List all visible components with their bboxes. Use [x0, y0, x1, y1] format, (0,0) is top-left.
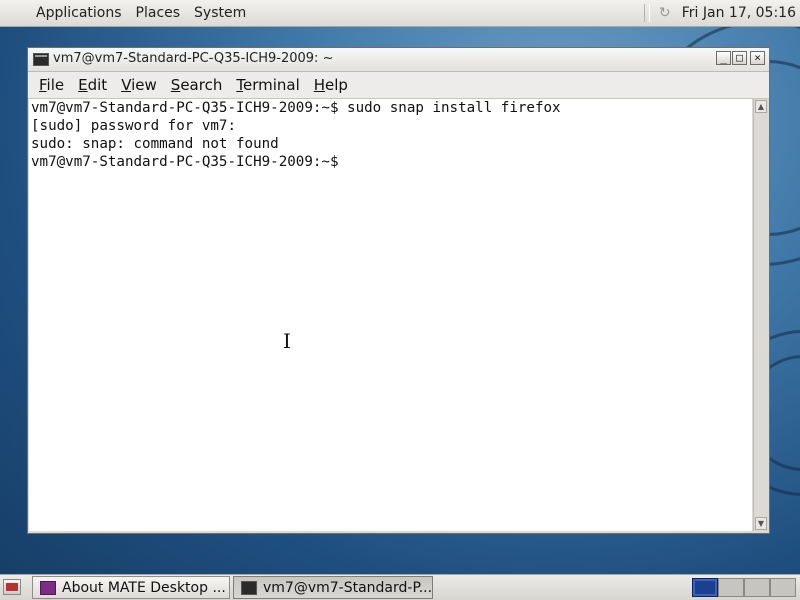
terminal-window: vm7@vm7-Standard-PC-Q35-ICH9-2009: ~ _ □…	[27, 47, 770, 534]
menu-view[interactable]: View	[114, 72, 164, 98]
workspace-1[interactable]	[692, 578, 718, 597]
terminal-line: sudo: snap: command not found	[31, 136, 279, 152]
panel-tray: ↻ Fri Jan 17, 05:16	[643, 0, 800, 26]
applications-menu[interactable]: Applications	[0, 0, 129, 26]
notification-icon[interactable]: ↻	[656, 4, 674, 22]
maximize-button[interactable]: □	[732, 51, 747, 65]
scroll-down-arrow-icon[interactable]: ▼	[755, 517, 767, 530]
system-menu[interactable]: System	[187, 0, 253, 26]
terminal-line: [sudo] password for vm7:	[31, 118, 236, 134]
menu-search[interactable]: Search	[164, 72, 230, 98]
terminal-icon	[241, 580, 257, 595]
menubar: File Edit View Search Terminal Help	[28, 72, 769, 99]
menu-file[interactable]: File	[28, 72, 71, 98]
window-titlebar[interactable]: vm7@vm7-Standard-PC-Q35-ICH9-2009: ~ _ □…	[28, 48, 769, 72]
mate-about-icon	[40, 580, 56, 595]
show-desktop-button[interactable]	[3, 579, 21, 595]
desktop-background: Applications Places System ↻ Fri Jan 17,…	[0, 0, 800, 600]
minimize-button[interactable]: _	[716, 51, 731, 65]
close-button[interactable]: ×	[750, 51, 765, 65]
terminal-output[interactable]: vm7@vm7-Standard-PC-Q35-ICH9-2009:~$ sud…	[29, 99, 752, 531]
taskbar-item-terminal[interactable]: vm7@vm7-Standard-P...	[233, 576, 433, 599]
bottom-panel: About MATE Desktop ... vm7@vm7-Standard-…	[0, 574, 800, 600]
terminal-line: vm7@vm7-Standard-PC-Q35-ICH9-2009:~$ sud…	[31, 100, 561, 116]
menu-help[interactable]: Help	[307, 72, 355, 98]
workspace-4[interactable]	[770, 578, 796, 597]
scroll-up-arrow-icon[interactable]: ▲	[755, 100, 767, 113]
taskbar-item-label: About MATE Desktop ...	[62, 579, 226, 596]
window-title: vm7@vm7-Standard-PC-Q35-ICH9-2009: ~	[53, 51, 334, 66]
workspace-2[interactable]	[718, 578, 744, 597]
workspace-switcher	[692, 578, 796, 597]
clock[interactable]: Fri Jan 17, 05:16	[682, 5, 800, 21]
terminal-icon[interactable]	[33, 53, 49, 66]
menu-edit[interactable]: Edit	[71, 72, 114, 98]
menu-terminal[interactable]: Terminal	[229, 72, 306, 98]
taskbar-item-about-mate[interactable]: About MATE Desktop ...	[32, 576, 230, 599]
taskbar-item-label: vm7@vm7-Standard-P...	[263, 579, 433, 596]
places-menu[interactable]: Places	[129, 0, 188, 26]
terminal-scrollbar[interactable]: ▲ ▼	[753, 99, 768, 531]
terminal-prompt-line: vm7@vm7-Standard-PC-Q35-ICH9-2009:~$	[31, 154, 339, 170]
workspace-3[interactable]	[744, 578, 770, 597]
top-panel: Applications Places System ↻ Fri Jan 17,…	[0, 0, 800, 27]
panel-handle[interactable]	[643, 4, 650, 22]
text-cursor-icon: I	[283, 329, 291, 353]
